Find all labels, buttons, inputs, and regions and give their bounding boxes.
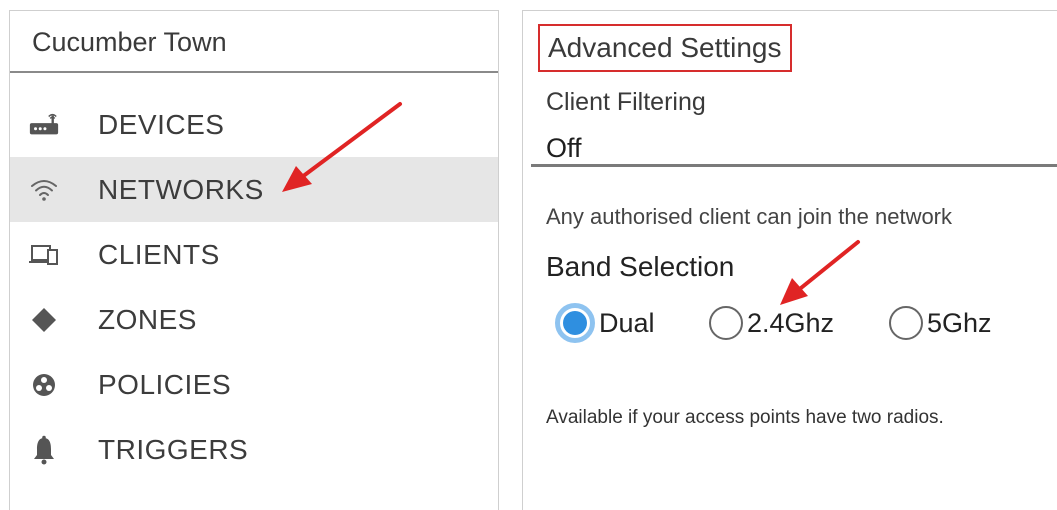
sidebar-item-devices[interactable]: DEVICES [10,92,498,157]
band-selection-label: Band Selection [546,251,735,282]
radio-unchecked-icon[interactable] [709,306,743,340]
radio-unchecked-icon[interactable] [889,306,923,340]
sidebar-item-label: ZONES [98,303,197,335]
nav-list: DEVICES NETWORKS CLIENTS ZONES POLICIES … [10,92,498,482]
client-filtering-underline [531,164,1057,167]
settings-panel: Advanced Settings Client Filtering Off A… [522,10,1057,510]
devices-icon [28,241,60,269]
bell-icon [28,435,60,464]
band-option-5ghz[interactable]: 5Ghz [889,301,992,345]
band-option-label: 2.4Ghz [747,307,835,338]
sidebar-item-label: DEVICES [98,108,225,140]
client-filtering-select[interactable]: Off [546,133,582,164]
sidebar-item-policies[interactable]: POLICIES [10,352,498,417]
band-option-label: Dual [599,307,655,338]
client-filtering-label: Client Filtering [546,88,706,116]
radio-checked-icon[interactable] [555,303,595,343]
sidebar-item-label: TRIGGERS [98,433,249,465]
sidebar-item-networks[interactable]: NETWORKS [10,157,498,222]
sidebar-item-clients[interactable]: CLIENTS [10,222,498,287]
sidebar-item-triggers[interactable]: TRIGGERS [10,417,498,482]
policy-icon [28,371,60,399]
band-option-label: 5Ghz [927,307,992,338]
sidebar-item-label: CLIENTS [98,238,220,270]
sidebar-item-label: NETWORKS [98,173,264,205]
client-filtering-description: Any authorised client can join the netwo… [546,204,953,229]
advanced-settings-title: Advanced Settings [538,24,792,72]
sidebar-item-label: POLICIES [98,368,232,400]
band-option-dual[interactable]: Dual [555,301,655,345]
wifi-icon [28,176,60,204]
band-option-2-4ghz[interactable]: 2.4Ghz [709,301,834,345]
sidebar-item-zones[interactable]: ZONES [10,287,498,352]
site-title: Cucumber Town [10,11,498,73]
sidebar: Cucumber Town DEVICES NETWORKS CLIENTS Z… [9,10,499,510]
router-icon [28,111,60,139]
band-selection-note: Available if your access points have two… [546,407,944,428]
diamond-icon [28,306,60,334]
